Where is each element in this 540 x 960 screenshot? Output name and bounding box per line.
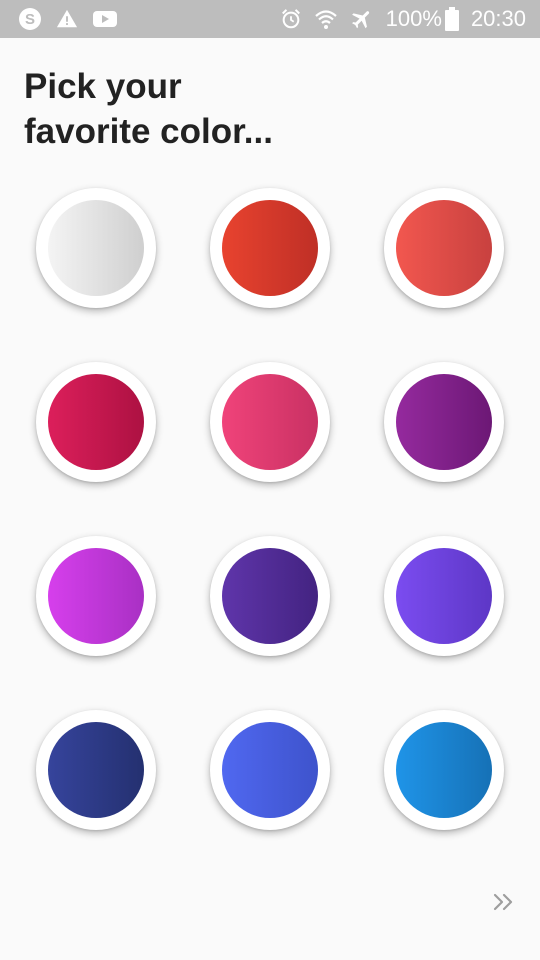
color-swatch-white[interactable] [36, 188, 156, 308]
color-fill [396, 548, 492, 644]
color-fill [222, 374, 318, 470]
color-fill [48, 374, 144, 470]
warning-icon [56, 8, 78, 30]
next-button[interactable] [484, 884, 524, 924]
airplane-mode-icon [350, 7, 374, 31]
system-icons: 100% 20:30 [280, 5, 526, 33]
page-title: Pick your favorite color... [24, 64, 344, 154]
color-fill [396, 722, 492, 818]
color-fill [48, 722, 144, 818]
status-bar: S 100% 20:30 [0, 0, 540, 38]
color-swatch-red[interactable] [210, 188, 330, 308]
color-swatch-sky-blue[interactable] [384, 710, 504, 830]
status-time: 20:30 [470, 6, 526, 31]
battery-icon [444, 7, 459, 31]
color-fill [222, 200, 318, 296]
color-swatch-deep-purple[interactable] [210, 536, 330, 656]
color-fill [48, 200, 144, 296]
battery-percentage: 100% [385, 6, 442, 31]
youtube-icon [92, 8, 118, 30]
skype-icon: S [18, 7, 42, 31]
color-swatch-magenta[interactable] [36, 536, 156, 656]
color-swatch-purple[interactable] [384, 362, 504, 482]
color-fill [222, 548, 318, 644]
color-fill [396, 374, 492, 470]
alarm-icon [280, 7, 302, 31]
wifi-icon [314, 7, 338, 31]
color-swatch-indigo[interactable] [36, 710, 156, 830]
color-swatch-pink[interactable] [210, 362, 330, 482]
svg-text:S: S [25, 11, 35, 28]
color-fill [222, 722, 318, 818]
color-fill [48, 548, 144, 644]
color-fill [396, 200, 492, 296]
color-swatch-blue[interactable] [210, 710, 330, 830]
notification-icons: S [18, 7, 118, 31]
color-swatch-violet[interactable] [384, 536, 504, 656]
double-chevron-right-icon [493, 893, 515, 916]
color-swatch-crimson[interactable] [36, 362, 156, 482]
page-title-line-1: Pick your [24, 67, 182, 106]
battery-status: 100% [386, 5, 459, 33]
page-title-line-2: favorite color... [24, 112, 273, 151]
color-swatch-coral[interactable] [384, 188, 504, 308]
